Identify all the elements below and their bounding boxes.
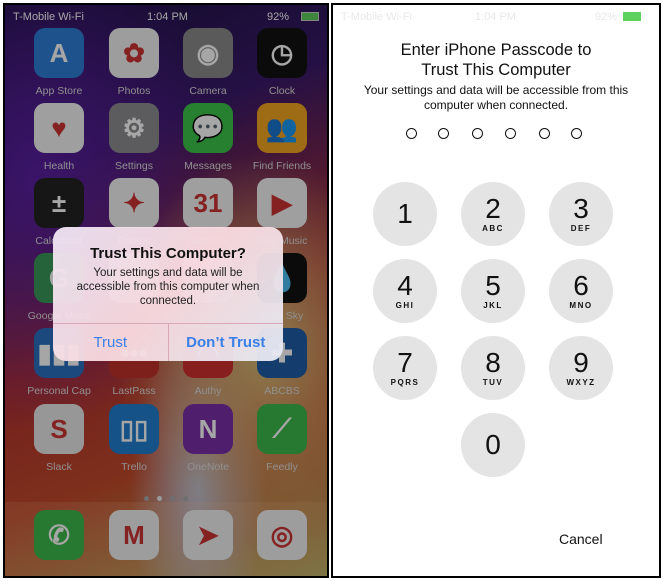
trust-button[interactable]: Trust [53,324,168,361]
passcode-dot [438,128,449,139]
alert-message: Your settings and data will be accessibl… [76,267,260,307]
trust-alert: Trust This Computer? Your settings and d… [53,227,283,361]
time: 1:04 PM [475,11,516,23]
key-7[interactable]: 7 PQRS [373,336,437,400]
battery-icon [623,12,641,21]
key-8[interactable]: 8 TUV [461,336,525,400]
home-screen-panel: T-Mobile Wi-Fi 1:04 PM 92% A App Store ✿… [3,3,329,578]
alert-title: Trust This Computer? [90,245,246,262]
status-bar: T-Mobile Wi-Fi 1:04 PM 92% [333,9,659,25]
key-9[interactable]: 9 WXYZ [549,336,613,400]
passcode-title: Enter iPhone Passcode to Trust This Comp… [400,41,592,79]
passcode-panel: T-Mobile Wi-Fi 1:04 PM 92% Enter iPhone … [331,3,661,578]
key-6[interactable]: 6 MNO [549,259,613,323]
key-4[interactable]: 4 GHI [373,259,437,323]
passcode-dot [571,128,582,139]
passcode-dot [406,128,417,139]
key-1[interactable]: 1 [373,182,437,246]
key-0[interactable]: 0 [461,413,525,477]
passcode-dot [505,128,516,139]
key-3[interactable]: 3 DEF [549,182,613,246]
key-2[interactable]: 2 ABC [461,182,525,246]
dont-trust-button[interactable]: Don’t Trust [167,324,284,361]
passcode-subtitle: Your settings and data will be accessibl… [363,83,629,112]
key-5[interactable]: 5 JKL [461,259,525,323]
cancel-button[interactable]: Cancel [559,531,603,547]
battery-percent: 92% [595,11,618,23]
carrier: T-Mobile Wi-Fi [341,11,412,23]
passcode-dot [472,128,483,139]
passcode-dot [539,128,550,139]
